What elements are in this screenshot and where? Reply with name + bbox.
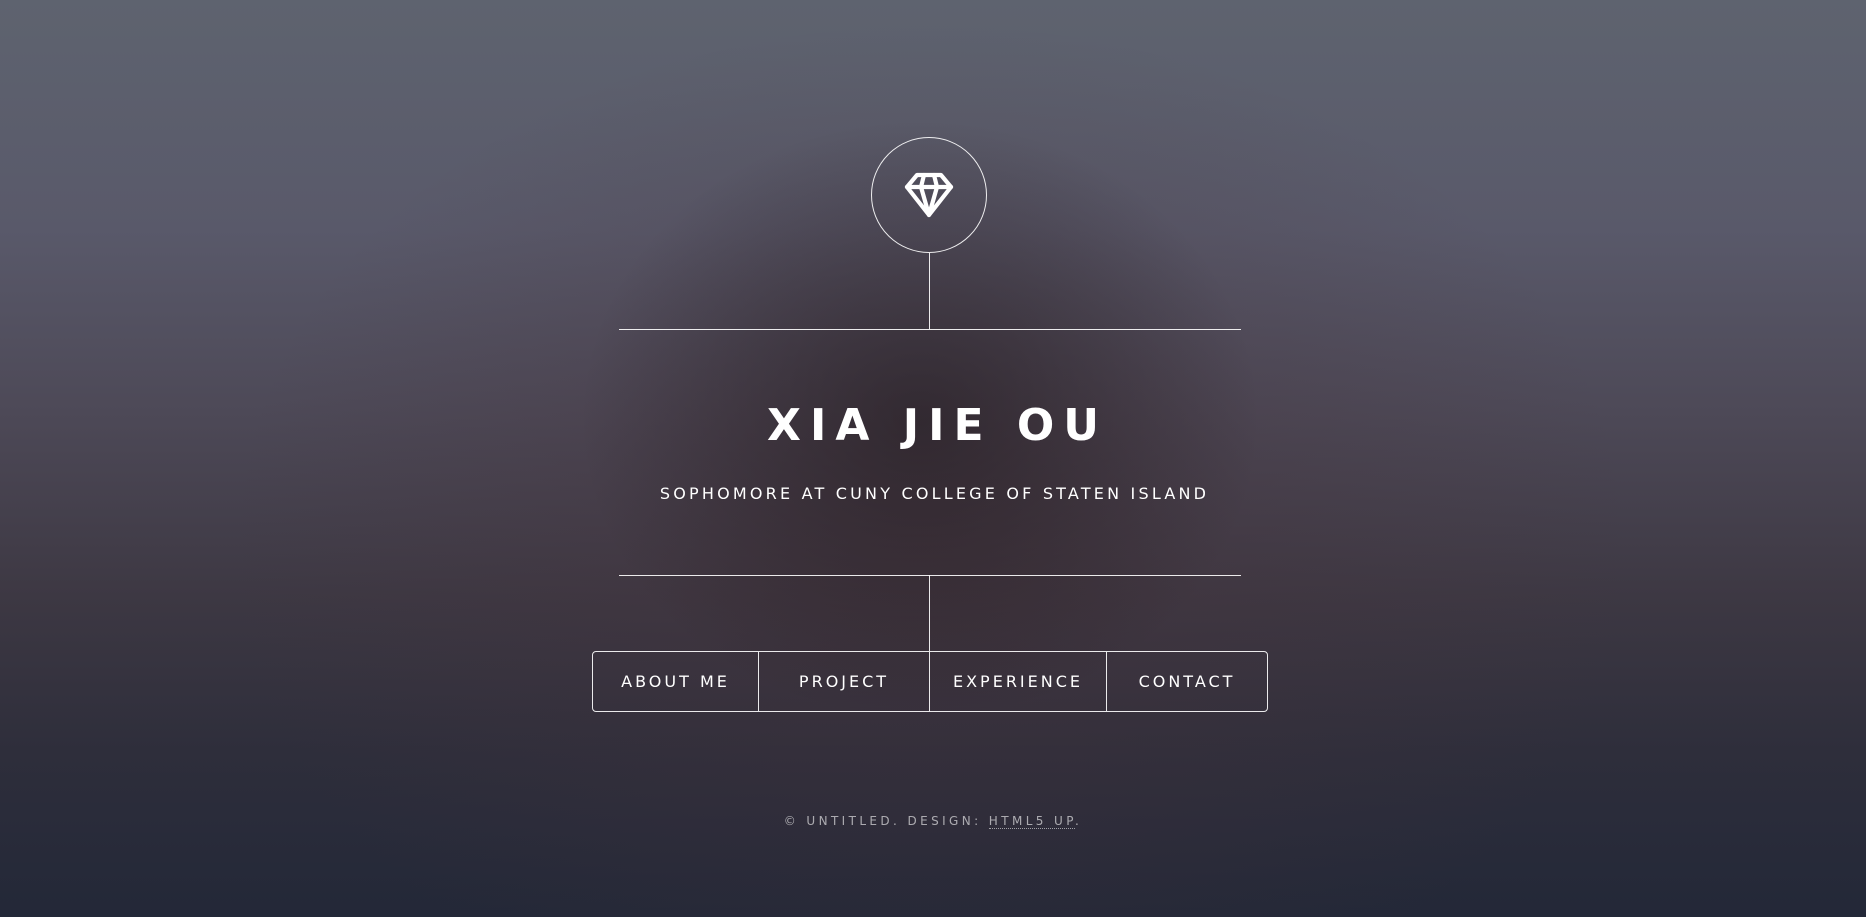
connector-bottom xyxy=(929,575,930,651)
footer-period: . xyxy=(1075,814,1083,828)
page-title: XIA JIE OU xyxy=(767,400,1108,451)
logo xyxy=(871,137,987,253)
nav-project[interactable]: PROJECT xyxy=(759,652,930,711)
page-subtitle: SOPHOMORE AT CUNY COLLEGE OF STATEN ISLA… xyxy=(659,484,1210,503)
copyright-text: © UNTITLED. DESIGN: xyxy=(783,814,989,828)
footer: © UNTITLED. DESIGN: HTML5 UP. xyxy=(0,812,1866,830)
main-nav: ABOUT ME PROJECT EXPERIENCE CONTACT xyxy=(592,651,1268,712)
divider-top xyxy=(619,329,1241,330)
nav-about-me[interactable]: ABOUT ME xyxy=(593,652,759,711)
credit-link[interactable]: HTML5 UP xyxy=(988,814,1075,829)
divider-bottom xyxy=(619,575,1241,576)
diamond-icon xyxy=(904,172,954,218)
nav-contact[interactable]: CONTACT xyxy=(1107,652,1267,711)
connector-top xyxy=(929,253,930,329)
landing-page: XIA JIE OU SOPHOMORE AT CUNY COLLEGE OF … xyxy=(0,0,1866,917)
nav-experience[interactable]: EXPERIENCE xyxy=(930,652,1107,711)
